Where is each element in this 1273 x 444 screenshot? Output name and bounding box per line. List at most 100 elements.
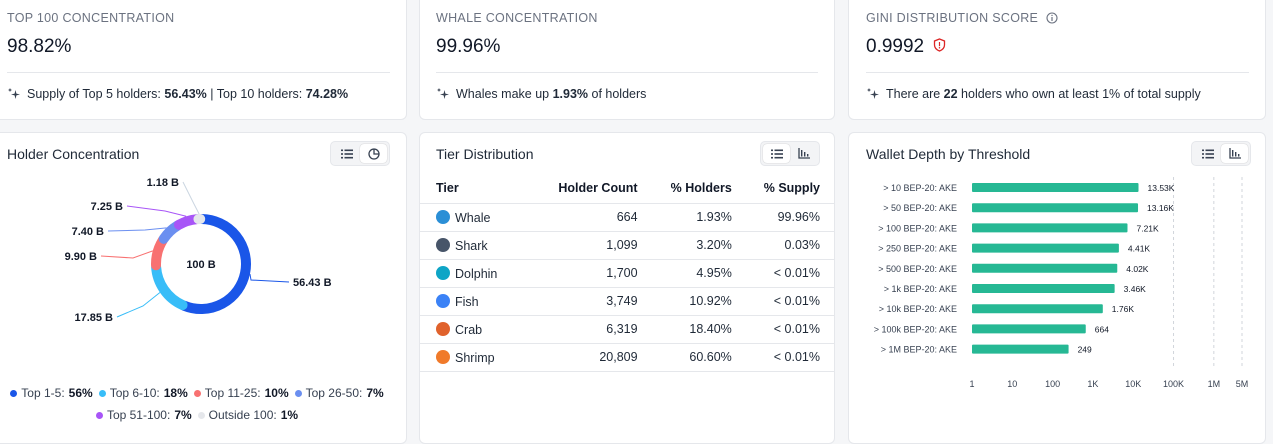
note-text: There are <box>886 87 944 101</box>
tier-distribution-card: Tier Distribution Tier Holder Count % Ho… <box>419 132 835 444</box>
legend-value: 7% <box>366 386 383 400</box>
holders-pct-cell: 1.93% <box>652 203 746 231</box>
table-row[interactable]: Dolphin1,7004.95%< 0.01% <box>420 259 834 287</box>
holder-count-cell: 6,319 <box>535 315 652 343</box>
table-row[interactable]: Shark1,0993.20%0.03% <box>420 231 834 259</box>
legend-value: 7% <box>174 408 191 422</box>
list-icon <box>1202 149 1214 159</box>
list-icon <box>771 149 783 159</box>
bar-chart-icon <box>798 148 810 159</box>
depth-bar[interactable] <box>972 345 1069 354</box>
x-tick-label: 1K <box>1087 379 1098 389</box>
view-toggle <box>330 141 390 166</box>
slice-leader-line <box>101 251 153 258</box>
pie-view-button[interactable] <box>360 144 387 163</box>
view-toggle <box>760 141 820 166</box>
note-text: Supply of Top 5 holders: <box>27 87 164 101</box>
legend-label: Top 51-100: <box>107 408 170 422</box>
list-view-button[interactable] <box>333 144 360 163</box>
table-row[interactable]: Shrimp20,80960.60%< 0.01% <box>420 343 834 371</box>
x-tick-label: 10 <box>1007 379 1017 389</box>
slice-label: 17.85 B <box>74 312 113 324</box>
supply-pct-cell: < 0.01% <box>746 259 834 287</box>
holder-concentration-card: Holder Concentration 56.43 B17.85 B9.90 … <box>0 132 407 444</box>
depth-bar[interactable] <box>972 244 1119 253</box>
y-tick-label: > 500 BEP-20: AKE <box>878 264 957 274</box>
divider <box>866 72 1249 73</box>
column-header[interactable]: % Holders <box>652 173 746 203</box>
stat-note: Supply of Top 5 holders: 56.43% | Top 10… <box>7 87 348 101</box>
stat-card-top100: TOP 100 CONCENTRATION 98.82% Supply of T… <box>0 0 407 120</box>
tier-cell: Fish <box>420 287 535 315</box>
legend-item[interactable]: Top 1-5:56% <box>10 386 92 400</box>
table-row[interactable]: Fish3,74910.92%< 0.01% <box>420 287 834 315</box>
legend-item[interactable]: Top 11-25:10% <box>194 386 289 400</box>
card-title: Holder Concentration <box>7 146 139 162</box>
donut-slice[interactable] <box>156 240 163 265</box>
table-row[interactable]: Crab6,31918.40%< 0.01% <box>420 315 834 343</box>
stat-value-text: 0.9992 <box>866 36 924 57</box>
note-text: of holders <box>588 87 646 101</box>
supply-pct-cell: < 0.01% <box>746 315 834 343</box>
chart-legend: Top 51-100: 7% Outside 100:1% <box>0 408 401 422</box>
column-header[interactable]: Holder Count <box>535 173 652 203</box>
whale-icon <box>436 210 450 224</box>
legend-item[interactable]: Top 6-10:18% <box>99 386 188 400</box>
bar-value-label: 1.76K <box>1112 304 1135 314</box>
depth-bar[interactable] <box>972 264 1117 273</box>
depth-bar[interactable] <box>972 183 1139 192</box>
depth-bar[interactable] <box>972 324 1086 333</box>
slice-leader-line <box>250 274 289 282</box>
y-tick-label: > 10 BEP-20: AKE <box>883 183 957 193</box>
column-header[interactable]: Tier <box>420 173 535 203</box>
list-view-button[interactable] <box>1194 144 1221 163</box>
x-tick-label: 1M <box>1208 379 1221 389</box>
depth-bar[interactable] <box>972 203 1138 212</box>
legend-item[interactable]: Top 26-50:7% <box>295 386 384 400</box>
note-value: 22 <box>944 87 958 101</box>
legend-value: 56% <box>69 386 93 400</box>
depth-bar[interactable] <box>972 284 1115 293</box>
holder-count-cell: 20,809 <box>535 343 652 371</box>
legend-label: Top 6-10: <box>110 386 160 400</box>
bar-view-button[interactable] <box>790 144 817 163</box>
bar-value-label: 13.16K <box>1147 203 1174 213</box>
legend-dot <box>295 390 302 397</box>
depth-bar[interactable] <box>972 304 1103 313</box>
wallet-depth-card: Wallet Depth by Threshold 1101001K10K100… <box>848 132 1266 444</box>
stat-note: There are 22 holders who own at least 1%… <box>866 87 1201 101</box>
legend-dot <box>99 390 106 397</box>
bar-chart-icon <box>1229 148 1241 159</box>
list-view-button[interactable] <box>763 144 790 163</box>
y-tick-label: > 1M BEP-20: AKE <box>881 345 957 355</box>
y-tick-label: > 100k BEP-20: AKE <box>874 324 957 334</box>
holder-count-cell: 1,700 <box>535 259 652 287</box>
supply-pct-cell: 99.96% <box>746 203 834 231</box>
tier-name: Shrimp <box>455 351 495 365</box>
shrimp-icon <box>436 350 450 364</box>
holders-pct-cell: 60.60% <box>652 343 746 371</box>
holder-count-cell: 1,099 <box>535 231 652 259</box>
x-tick-label: 5M <box>1236 379 1249 389</box>
legend-item[interactable]: Outside 100:1% <box>198 408 298 422</box>
note-value: 1.93% <box>553 87 588 101</box>
divider <box>7 72 390 73</box>
legend-item[interactable]: Top 51-100: 7% <box>96 408 192 422</box>
stat-card-gini: GINI DISTRIBUTION SCORE 0.9992 There are… <box>848 0 1266 120</box>
bar-value-label: 664 <box>1095 324 1109 334</box>
donut-slice[interactable] <box>156 267 183 305</box>
x-tick-label: 1 <box>969 379 974 389</box>
depth-bar[interactable] <box>972 223 1127 232</box>
tier-cell: Whale <box>420 203 535 231</box>
sparkle-icon <box>436 87 452 101</box>
slice-label: 1.18 B <box>147 177 179 189</box>
info-icon[interactable] <box>1046 12 1058 24</box>
sparkle-icon <box>866 87 882 101</box>
tier-cell: Shrimp <box>420 343 535 371</box>
legend-label: Outside 100: <box>209 408 277 422</box>
bar-value-label: 4.41K <box>1128 244 1151 254</box>
bar-view-button[interactable] <box>1221 144 1248 163</box>
holders-pct-cell: 10.92% <box>652 287 746 315</box>
table-row[interactable]: Whale6641.93%99.96% <box>420 203 834 231</box>
column-header[interactable]: % Supply <box>746 173 834 203</box>
